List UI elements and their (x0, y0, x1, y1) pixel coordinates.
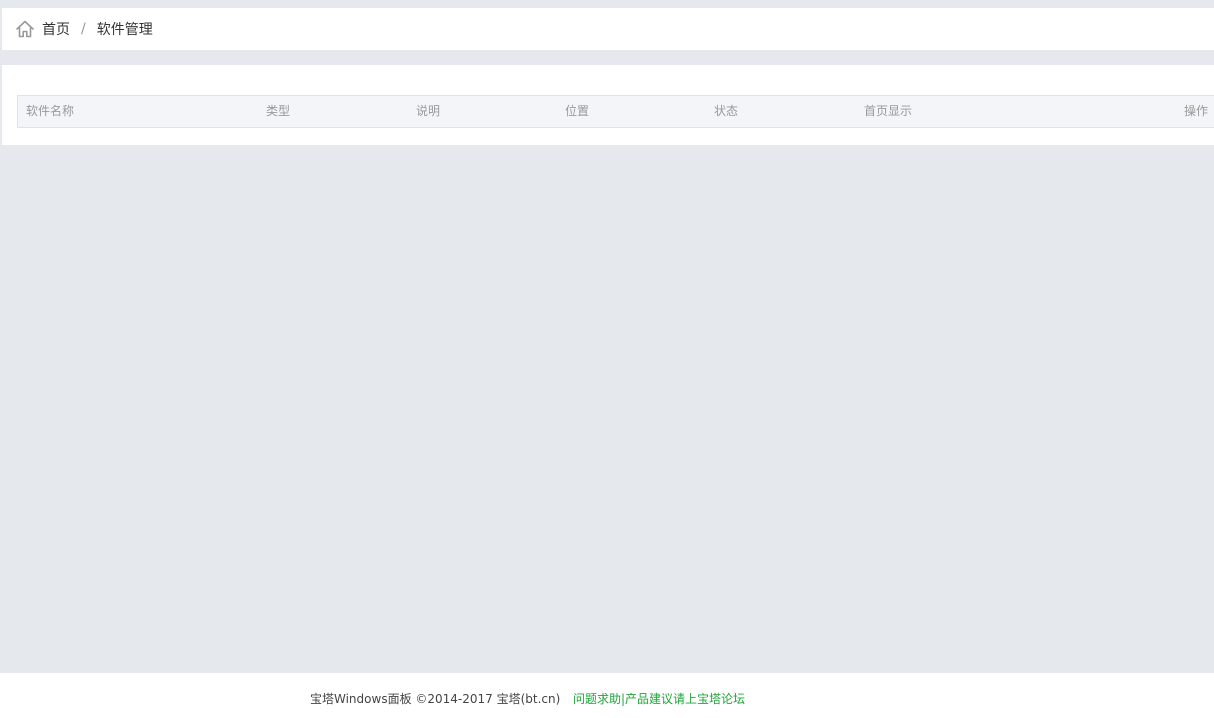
footer: 宝塔Windows面板 ©2014-2017 宝塔(bt.cn) 问题求助|产品… (0, 673, 1214, 718)
footer-copyright: 宝塔Windows面板 ©2014-2017 宝塔(bt.cn) (310, 692, 561, 706)
home-icon[interactable] (14, 18, 36, 40)
column-header-name: 软件名称 (26, 104, 75, 118)
column-header-location: 位置 (565, 104, 590, 118)
column-header-description: 说明 (416, 104, 441, 118)
footer-forum-link[interactable]: 问题求助|产品建议请上宝塔论坛 (573, 690, 745, 707)
column-header-status: 状态 (714, 104, 739, 118)
column-header-actions: 操作 (1183, 104, 1208, 118)
breadcrumb-home-link[interactable]: 首页 (42, 19, 70, 39)
breadcrumb-current: 软件管理 (96, 22, 153, 38)
software-panel: 软件名称 类型 说明 位置 状态 首页显示 操作 (2, 65, 1214, 145)
column-header-homepage-display: 首页显示 (864, 104, 913, 118)
breadcrumb: 首页 / 软件管理 (2, 8, 1214, 50)
software-table-header: 软件名称 类型 说明 位置 状态 首页显示 操作 (17, 95, 1214, 128)
breadcrumb-separator: / (81, 21, 86, 37)
column-header-type: 类型 (266, 104, 291, 118)
